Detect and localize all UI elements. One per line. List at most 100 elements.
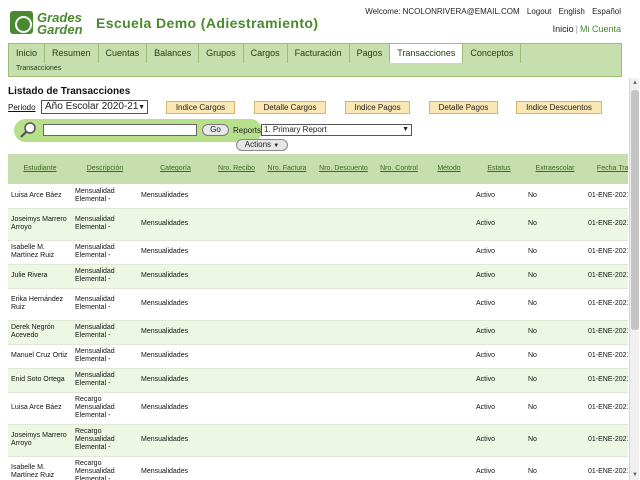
cell-descripcion: Recargo Mensualidad Elemental - [72, 424, 138, 457]
cell-nro-control [373, 184, 425, 209]
top-links: Welcome: NCOLONRIVERA@EMAIL.COM Logout En… [360, 7, 621, 16]
cell-nro-factura [260, 320, 314, 345]
sub-nav: Transacciones [8, 63, 622, 77]
col-header-nro-control[interactable]: Nro. Control [373, 154, 425, 184]
periodo-label: Periodo [8, 103, 36, 112]
col-header-extraescolar[interactable]: Extraescolar [525, 154, 585, 184]
cell-fecha: 01-ENE-2021 [585, 344, 628, 369]
nav-item-conceptos[interactable]: Conceptos [463, 44, 522, 63]
cell-fecha: 01-ENE-2021 [585, 456, 628, 480]
indice-descuentos-button[interactable]: Indice Descuentos [516, 101, 602, 114]
page-scrollbar[interactable]: ▲ ▼ [629, 78, 639, 480]
cell-extraescolar: No [525, 208, 585, 241]
scroll-down-icon[interactable]: ▼ [630, 470, 640, 480]
cell-estudiante: Derek Negrón Acevedo [8, 320, 72, 345]
nav-item-grupos[interactable]: Grupos [199, 44, 244, 63]
cell-estatus: Activo [473, 264, 525, 289]
cell-estudiante: Joseimys Marrero Arroyo [8, 208, 72, 241]
cell-nro-control [373, 344, 425, 369]
col-header-nro-descuento[interactable]: Nro. Descuento [314, 154, 373, 184]
search-input[interactable] [43, 124, 197, 136]
table-row[interactable]: Manuel Cruz Ortiz Mensualidad Elemental -… [8, 344, 628, 369]
table-row[interactable]: Enid Soto Ortega Mensualidad Elemental -M… [8, 368, 628, 393]
actions-button[interactable]: Actions ▼ [236, 139, 288, 151]
scrollbar-thumb[interactable] [631, 90, 639, 330]
indice-pagos-button[interactable]: Indice Pagos [345, 101, 410, 114]
col-header-nro-factura[interactable]: Nro. Factura [260, 154, 314, 184]
table-row[interactable]: Erika Hernández Ruiz Mensualidad Elementa… [8, 288, 628, 321]
cell-categoria: Mensualidades [138, 368, 213, 393]
cell-metodo [425, 184, 473, 209]
nav-item-pagos[interactable]: Pagos [350, 44, 391, 63]
cell-nro-descuento [314, 392, 373, 425]
mi-cuenta-link[interactable]: Mi Cuenta [580, 24, 621, 34]
table-row[interactable]: Joseimys Marrero Arroyo Mensualidad Eleme… [8, 208, 628, 241]
inicio-link[interactable]: Inicio [553, 24, 574, 34]
cell-nro-control [373, 208, 425, 241]
nav-item-transacciones[interactable]: Transacciones [390, 44, 464, 64]
col-header-categoria[interactable]: Categoría [138, 154, 213, 184]
nav-item-cuentas[interactable]: Cuentas [99, 44, 148, 63]
col-header-fecha[interactable]: Fecha Transacción [585, 154, 628, 184]
table-row[interactable]: Derek Negrón Acevedo Mensualidad Elementa… [8, 320, 628, 345]
cell-nro-recibo [213, 424, 260, 457]
search-icon[interactable] [19, 121, 37, 139]
indice-cargos-button[interactable]: Indice Cargos [166, 101, 235, 114]
cell-metodo [425, 264, 473, 289]
col-header-nro-recibo[interactable]: Nro. Recibo [213, 154, 260, 184]
cell-nro-descuento [314, 424, 373, 457]
table-row[interactable]: Luisa Arce Báez Mensualidad Elemental - Me… [8, 184, 628, 209]
cell-extraescolar: No [525, 184, 585, 209]
col-header-estatus[interactable]: Estatus [473, 154, 525, 184]
cell-estatus: Activo [473, 424, 525, 457]
cell-descripcion: Recargo Mensualidad Elemental - [72, 456, 138, 480]
detalle-pagos-button[interactable]: Detalle Pagos [429, 101, 498, 114]
table-row[interactable]: Julie Rivera Mensualidad Elemental - Mensu… [8, 264, 628, 289]
transactions-table-wrap: Estudiante Descripción Categoría Nro. Re… [8, 154, 628, 480]
logout-link[interactable]: Logout [527, 7, 551, 16]
table-row[interactable]: Isabelle M. Martínez Ruiz Mensualidad Ele… [8, 240, 628, 265]
nav-item-resumen[interactable]: Resumen [45, 44, 99, 63]
table-row[interactable]: Luisa Arce Báez Recargo Mensualidad Eleme… [8, 392, 628, 425]
page-title: Listado de Transacciones [8, 86, 131, 97]
english-link[interactable]: English [559, 7, 585, 16]
cell-categoria: Mensualidades [138, 240, 213, 265]
nav-item-inicio[interactable]: Inicio [9, 44, 46, 63]
cell-extraescolar: No [525, 264, 585, 289]
nav-item-cargos[interactable]: Cargos [244, 44, 288, 63]
cell-nro-recibo [213, 184, 260, 209]
cell-nro-control [373, 264, 425, 289]
cell-categoria: Mensualidades [138, 288, 213, 321]
espanol-link[interactable]: Español [592, 7, 621, 16]
cell-nro-descuento [314, 288, 373, 321]
scroll-up-icon[interactable]: ▲ [630, 78, 640, 88]
cell-nro-descuento [314, 264, 373, 289]
go-button[interactable]: Go [202, 124, 229, 136]
periodo-select[interactable]: Año Escolar 2020-21 ▼ [41, 100, 148, 114]
detalle-cargos-button[interactable]: Detalle Cargos [254, 101, 326, 114]
cell-metodo [425, 208, 473, 241]
col-header-descripcion[interactable]: Descripción [72, 154, 138, 184]
cell-nro-factura [260, 240, 314, 265]
cell-fecha: 01-ENE-2021 [585, 184, 628, 209]
col-header-estudiante[interactable]: Estudiante [8, 154, 72, 184]
cell-descripcion: Mensualidad Elemental - [72, 184, 138, 209]
cell-nro-descuento [314, 320, 373, 345]
cell-fecha: 01-ENE-2021 [585, 208, 628, 241]
cell-nro-factura [260, 208, 314, 241]
nav-item-facturacion[interactable]: Facturación [288, 44, 350, 63]
reports-select[interactable]: 1. Primary Report ▼ [261, 124, 412, 136]
cell-nro-factura [260, 392, 314, 425]
col-header-metodo[interactable]: Método [425, 154, 473, 184]
nav-item-balances[interactable]: Balances [147, 44, 200, 63]
cell-nro-recibo [213, 264, 260, 289]
logo-text-line2: Garden [37, 22, 83, 37]
cell-extraescolar: No [525, 424, 585, 457]
table-row[interactable]: Isabelle M. Martínez Ruiz Recargo Mensual… [8, 456, 628, 480]
cell-categoria: Mensualidades [138, 320, 213, 345]
cell-descripcion: Mensualidad Elemental - [72, 320, 138, 345]
subnav-item-transacciones[interactable]: Transacciones [16, 65, 61, 72]
grades-garden-logo[interactable]: Grades Garden [10, 11, 83, 37]
table-row[interactable]: Joseimys Marrero Arroyo Recargo Mensualid… [8, 424, 628, 457]
cell-estatus: Activo [473, 456, 525, 480]
